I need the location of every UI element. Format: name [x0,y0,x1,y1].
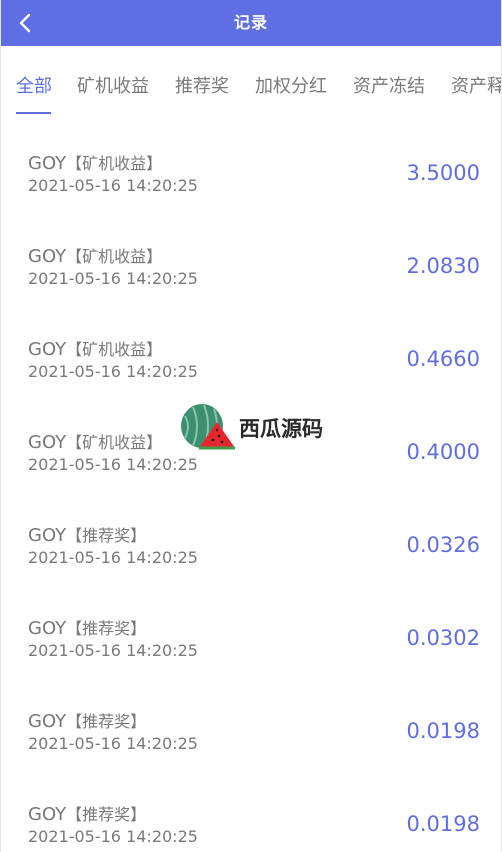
record-coin: GOY [28,525,67,546]
record-amount: 0.0198 [406,719,480,743]
page-title: 记录 [233,13,268,32]
tab-asset-release[interactable]: 资产释 [451,72,501,98]
record-type: 【矿机收益】 [66,433,163,452]
watermelon-logo-icon [181,404,235,450]
record-time: 2021-05-16 14:20:25 [28,269,198,288]
active-tab-indicator [16,112,51,114]
record-time: 2021-05-16 14:20:25 [28,176,198,195]
watermark: 西瓜源码 [177,400,337,456]
record-coin: GOY [28,153,67,174]
record-time: 2021-05-16 14:20:25 [28,734,198,753]
record-title: GOY【推荐奖】 [28,801,146,825]
record-title: GOY【矿机收益】 [28,336,162,360]
record-coin: GOY [28,339,67,360]
record-amount: 0.0302 [406,626,480,650]
record-row[interactable]: GOY【矿机收益】 2021-05-16 14:20:25 2.0830 [1,213,501,306]
record-title: GOY【矿机收益】 [28,243,162,267]
records-page: 记录 全部 矿机收益 推荐奖 加权分红 资产冻结 资产释 GOY【矿机收益】 2… [0,0,502,852]
record-type: 【推荐奖】 [66,805,147,824]
record-amount: 3.5000 [406,161,480,185]
record-type: 【推荐奖】 [66,619,147,638]
record-amount: 2.0830 [406,254,480,278]
tab-mining-income[interactable]: 矿机收益 [77,72,149,98]
tab-asset-freeze[interactable]: 资产冻结 [353,72,425,98]
record-time: 2021-05-16 14:20:25 [28,455,198,474]
record-list: GOY【矿机收益】 2021-05-16 14:20:25 3.5000 GOY… [1,120,501,852]
record-time: 2021-05-16 14:20:25 [28,362,198,381]
record-row[interactable]: GOY【推荐奖】 2021-05-16 14:20:25 0.0198 [1,771,501,852]
record-coin: GOY [28,804,67,825]
record-coin: GOY [28,432,67,453]
header-bar: 记录 [1,0,501,46]
record-type: 【矿机收益】 [66,247,163,266]
record-type: 【矿机收益】 [66,340,163,359]
record-row[interactable]: GOY【推荐奖】 2021-05-16 14:20:25 0.0302 [1,585,501,678]
record-title: GOY【推荐奖】 [28,615,146,639]
record-row[interactable]: GOY【推荐奖】 2021-05-16 14:20:25 0.0326 [1,492,501,585]
record-coin: GOY [28,246,67,267]
record-coin: GOY [28,711,67,732]
tab-bar: 全部 矿机收益 推荐奖 加权分红 资产冻结 资产释 [1,46,501,120]
record-coin: GOY [28,618,67,639]
record-type: 【矿机收益】 [66,154,163,173]
watermark-text: 西瓜源码 [239,417,323,441]
tab-referral-reward[interactable]: 推荐奖 [175,72,229,98]
record-type: 【推荐奖】 [66,526,147,545]
record-amount: 0.0198 [406,812,480,836]
record-title: GOY【推荐奖】 [28,522,146,546]
record-amount: 0.4000 [406,440,480,464]
record-type: 【推荐奖】 [66,712,147,731]
record-amount: 0.4660 [406,347,480,371]
tab-all[interactable]: 全部 [16,72,52,98]
record-amount: 0.0326 [406,533,480,557]
record-row[interactable]: GOY【矿机收益】 2021-05-16 14:20:25 0.4660 [1,306,501,399]
record-row[interactable]: GOY【矿机收益】 2021-05-16 14:20:25 3.5000 [1,120,501,213]
record-title: GOY【矿机收益】 [28,150,162,174]
tab-weighted-dividend[interactable]: 加权分红 [255,72,327,98]
record-time: 2021-05-16 14:20:25 [28,548,198,567]
record-time: 2021-05-16 14:20:25 [28,827,198,846]
record-title: GOY【推荐奖】 [28,708,146,732]
record-title: GOY【矿机收益】 [28,429,162,453]
record-time: 2021-05-16 14:20:25 [28,641,198,660]
record-row[interactable]: GOY【推荐奖】 2021-05-16 14:20:25 0.0198 [1,678,501,771]
